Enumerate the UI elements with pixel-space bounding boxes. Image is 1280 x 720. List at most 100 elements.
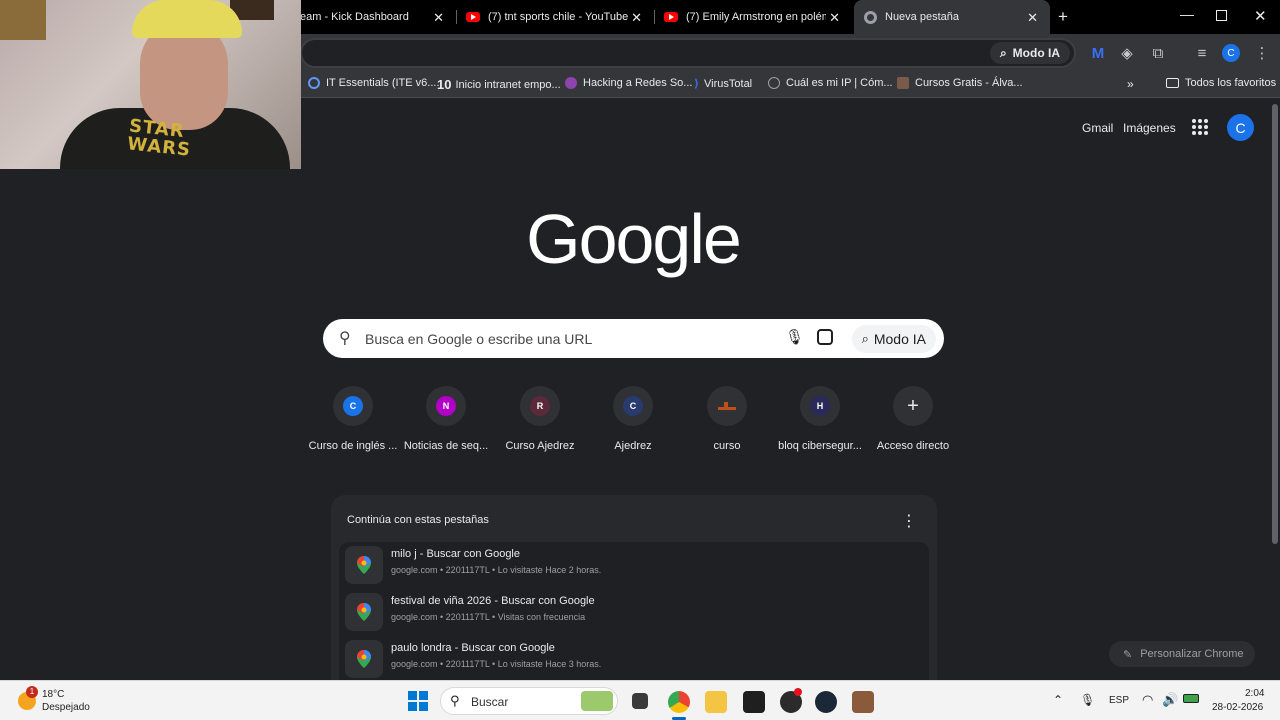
battery-icon[interactable] <box>1183 694 1199 703</box>
add-shortcut[interactable]: + Acceso directo <box>867 386 959 452</box>
shortcut-favicon: C <box>343 396 363 416</box>
clock-time[interactable]: 2:04 <box>1245 688 1264 699</box>
windows-start-icon[interactable] <box>408 691 428 711</box>
youtube-icon <box>664 12 678 22</box>
google-lens-icon[interactable] <box>817 329 833 345</box>
tab-title: Nueva pestaña <box>885 11 959 23</box>
more-options-icon[interactable]: ⋮ <box>901 511 917 531</box>
tab-title: (7) tnt sports chile - YouTube <box>488 11 629 23</box>
bookmark-intranet[interactable]: 10 Inicio intranet empo... <box>437 77 561 92</box>
bookmark-virustotal[interactable]: ⟩ VirusTotal <box>694 77 752 91</box>
language-indicator[interactable]: ESP <box>1109 695 1129 706</box>
photo-app-icon[interactable] <box>852 691 874 713</box>
google-apps-icon[interactable] <box>1192 119 1208 135</box>
volume-icon[interactable]: 🔊 <box>1162 692 1178 708</box>
wifi-icon[interactable]: ◠ <box>1142 692 1153 708</box>
tray-overflow-icon[interactable]: ⌃ <box>1053 693 1063 707</box>
new-tab-page: Gmail Imágenes C Google ⚲ Busca en Googl… <box>0 99 1280 680</box>
bookmarks-overflow-icon[interactable]: » <box>1127 77 1134 91</box>
shortcut-curso-ingles[interactable]: C Curso de inglés ... <box>307 386 399 452</box>
tab-youtube-tnt[interactable]: (7) tnt sports chile - YouTube ✕ <box>456 0 654 34</box>
shortcut-ajedrez[interactable]: C Ajedrez <box>587 386 679 452</box>
shortcut-favicon: R <box>530 396 550 416</box>
curso-favicon-icon <box>718 402 736 410</box>
search-icon: ⚲ <box>450 693 460 708</box>
microphone-tray-icon[interactable]: 🎙 <box>1080 693 1095 707</box>
taskbar-search[interactable]: ⚲ Buscar <box>440 687 618 715</box>
search-highlight-icon <box>581 691 613 711</box>
recording-dot-icon <box>794 688 802 696</box>
ai-search-icon: ⌕ <box>861 331 869 346</box>
tab-new-tab[interactable]: Nueva pestaña ✕ <box>854 0 1050 34</box>
customize-chrome-button[interactable]: ✎ Personalizar Chrome <box>1109 641 1255 667</box>
weather-widget[interactable]: 1 18°C Despejado <box>16 686 96 716</box>
windows-taskbar: 1 18°C Despejado ⚲ Buscar ⌃ 🎙 ESP ◠ 🔊 2:… <box>0 680 1280 720</box>
tab-title: eam - Kick Dashboard <box>300 11 409 23</box>
shortcut-noticias[interactable]: N Noticias de seq... <box>400 386 492 452</box>
list-item[interactable]: festival de viña 2026 - Buscar con Googl… <box>345 589 925 633</box>
page-scrollbar[interactable] <box>1272 104 1278 544</box>
microphone-icon[interactable]: 🎙 <box>785 328 804 346</box>
all-bookmarks-folder[interactable]: Todos los favoritos <box>1166 77 1276 89</box>
google-maps-pin-icon <box>345 593 383 631</box>
close-tab-icon[interactable]: ✕ <box>433 10 444 26</box>
bookmark-cursos-gratis[interactable]: Cursos Gratis - Álva... <box>897 77 1023 89</box>
bookmark-cual-es-mi-ip[interactable]: Cuál es mi IP | Cóm... <box>768 77 893 89</box>
clock-date[interactable]: 28-02-2026 <box>1212 702 1263 713</box>
shortcut-curso-ajedrez[interactable]: R Curso Ajedrez <box>494 386 586 452</box>
list-item[interactable]: milo j - Buscar con Google google.com • … <box>345 542 925 586</box>
list-item[interactable]: paulo londra - Buscar con Google google.… <box>345 636 925 680</box>
shortcut-favicon: C <box>623 396 643 416</box>
bookmark-hacking-redes[interactable]: Hacking a Redes So... <box>565 77 692 89</box>
notification-badge: 1 <box>26 686 38 698</box>
globe-icon <box>768 77 780 89</box>
malwarebytes-extension-icon[interactable]: M <box>1088 43 1108 63</box>
epic-games-icon[interactable] <box>743 691 765 713</box>
google-maps-pin-icon <box>345 640 383 678</box>
ai-search-icon: ⌕ <box>999 45 1007 60</box>
file-explorer-icon[interactable] <box>705 691 727 713</box>
close-tab-icon[interactable]: ✕ <box>631 10 642 26</box>
chrome-taskbar-icon[interactable] <box>668 691 690 713</box>
close-tab-icon[interactable]: ✕ <box>829 10 840 26</box>
task-view-icon[interactable] <box>632 693 648 709</box>
search-icon: ⚲ <box>339 330 351 347</box>
webcam-overlay: STAR WARS <box>0 0 301 169</box>
kebab-menu-icon[interactable]: ⋮ <box>1252 43 1272 63</box>
new-tab-button[interactable]: + <box>1058 7 1068 27</box>
window-close-icon[interactable]: ✕ <box>1254 7 1267 25</box>
folder-icon <box>1166 78 1179 88</box>
media-queue-icon[interactable]: ≡ <box>1192 43 1212 63</box>
shortcut-bloq-ciberseguridad[interactable]: H bloq cibersegur... <box>774 386 866 452</box>
shortcut-curso[interactable]: curso <box>681 386 773 452</box>
virustotal-icon: ⟩ <box>694 78 700 90</box>
address-bar[interactable]: ⌕ Modo IA <box>300 38 1076 68</box>
profile-avatar-small[interactable]: C <box>1222 44 1240 62</box>
bookmark-it-essentials[interactable]: IT Essentials (ITE v6.... <box>308 77 440 89</box>
modo-ia-label: Modo IA <box>1012 46 1060 60</box>
tab-kick[interactable]: eam - Kick Dashboard ✕ <box>290 0 456 34</box>
restore-icon[interactable] <box>1216 10 1227 21</box>
modo-ia-button[interactable]: ⌕ Modo IA <box>851 325 936 353</box>
modo-ia-chip[interactable]: ⌕ Modo IA <box>989 42 1070 64</box>
shortcut-favicon: H <box>810 396 830 416</box>
gmail-link[interactable]: Gmail <box>1082 121 1113 135</box>
chrome-icon <box>864 10 877 24</box>
shield-extension-icon[interactable]: ◈ <box>1117 43 1137 63</box>
plus-icon: + <box>907 394 919 417</box>
tab-youtube-emily[interactable]: (7) Emily Armstrong en polémic ✕ <box>654 0 852 34</box>
continue-tabs-card: Continúa con estas pestañas ⋮ milo j - B… <box>331 495 937 680</box>
google-maps-pin-icon <box>345 546 383 584</box>
profile-avatar[interactable]: C <box>1227 114 1254 141</box>
images-link[interactable]: Imágenes <box>1123 121 1176 135</box>
search-box[interactable]: ⚲ Busca en Google o escribe una URL 🎙 ⌕ … <box>323 319 944 358</box>
close-tab-icon[interactable]: ✕ <box>1027 10 1038 26</box>
hacking-icon <box>565 77 577 89</box>
youtube-icon <box>466 12 480 22</box>
continue-tabs-list: milo j - Buscar con Google google.com • … <box>339 542 929 680</box>
extensions-puzzle-icon[interactable]: ⧉ <box>1148 43 1168 63</box>
steam-icon[interactable] <box>815 691 837 713</box>
shortcut-favicon: N <box>436 396 456 416</box>
minimize-icon[interactable]: — <box>1180 6 1194 22</box>
continue-tabs-title: Continúa con estas pestañas <box>347 514 489 526</box>
